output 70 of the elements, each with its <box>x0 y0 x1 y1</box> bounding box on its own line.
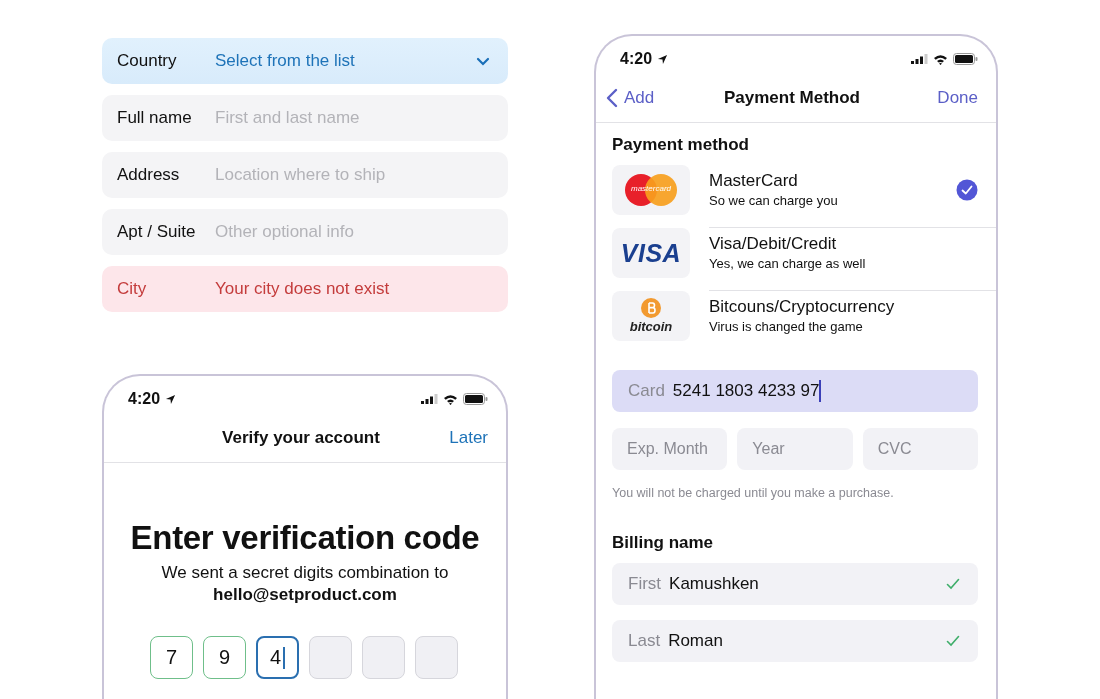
charge-note: You will not be charged until you make a purchase. <box>612 486 895 500</box>
status-time: 4:20 <box>620 50 653 68</box>
method-description: Yes, we can charge as well <box>709 256 867 271</box>
signal-icon <box>421 394 438 404</box>
verification-message: We sent a secret digits combination to <box>160 563 450 583</box>
wifi-icon <box>933 53 948 65</box>
later-button[interactable]: Later <box>449 428 488 448</box>
placeholder-text: Your city does not exist <box>215 279 391 299</box>
payment-method-item[interactable]: mastercard MasterCard So we can charge you <box>612 165 996 228</box>
placeholder-text: CVC <box>877 440 912 458</box>
back-chevron-icon <box>606 88 618 108</box>
code-digit-field[interactable] <box>415 636 458 679</box>
text-field[interactable]: Address Location where to ship <box>102 152 508 198</box>
payment-method-item[interactable]: bitcoin Bitcouns/Cryptocurrency Virus is changed the game <box>612 291 996 354</box>
field-label: Country <box>117 51 178 71</box>
text-field[interactable]: City Your city does not exist <box>102 266 508 312</box>
text-field[interactable]: Apt / Suite Other optional info <box>102 209 508 255</box>
field-label: Apt / Suite <box>117 222 197 242</box>
code-digit-field[interactable]: 4 <box>256 636 299 679</box>
code-digit-field[interactable] <box>362 636 405 679</box>
done-button[interactable]: Done <box>937 88 978 108</box>
country-select[interactable]: Country Select from the list <box>102 38 508 84</box>
email-address: hello@setproduct.com <box>212 585 398 605</box>
location-arrow-icon <box>657 53 669 65</box>
back-button[interactable]: Add <box>606 88 655 108</box>
field-label: Last <box>628 631 661 651</box>
placeholder-text: First and last name <box>215 108 361 128</box>
card-number-field[interactable]: Card 5241 1803 4233 97 <box>612 370 978 412</box>
nav-title: Payment Method <box>723 88 861 108</box>
status-time: 4:20 <box>128 390 161 408</box>
location-arrow-icon <box>165 393 177 405</box>
placeholder-text: Exp. Month <box>627 440 708 458</box>
placeholder-text: Location where to ship <box>215 165 387 185</box>
code-digit-field[interactable]: 7 <box>150 636 193 679</box>
select-value: Select from the list <box>215 51 356 71</box>
name-value: Roman <box>668 631 723 651</box>
section-title: Billing name <box>612 533 715 553</box>
wifi-icon <box>443 393 458 405</box>
section-title: Payment method <box>612 135 750 155</box>
method-name: Bitcouns/Cryptocurrency <box>709 297 896 317</box>
selected-check-icon <box>956 179 978 201</box>
verification-heading: Enter verification code <box>129 519 481 557</box>
mastercard-logo: mastercard <box>625 174 677 206</box>
card-number-value: 5241 1803 4233 97 <box>672 381 820 401</box>
field-label: City <box>117 279 148 299</box>
method-name: MasterCard <box>709 171 799 191</box>
code-digit-field[interactable]: 9 <box>203 636 246 679</box>
field-label: Address <box>117 165 181 185</box>
method-name: Visa/Debit/Credit <box>709 234 838 254</box>
battery-icon <box>953 53 978 65</box>
field-label: First <box>628 574 662 594</box>
name-field[interactable]: Last Roman <box>612 620 978 662</box>
chevron-down-icon <box>476 56 490 66</box>
placeholder-text: Other optional info <box>215 222 355 242</box>
bitcoin-logo-text: bitcoin <box>629 319 673 334</box>
visa-logo: VISA <box>620 238 682 268</box>
battery-icon <box>463 393 488 405</box>
payment-method-item[interactable]: VISA Visa/Debit/Credit Yes, we can charge as well <box>612 228 996 291</box>
coin-icon <box>641 298 661 318</box>
method-description: So we can charge you <box>709 193 839 208</box>
placeholder-text: Year <box>752 440 785 458</box>
nav-title: Verify your account <box>221 428 381 448</box>
field-label: Card <box>628 381 665 401</box>
text-field[interactable]: Full name First and last name <box>102 95 508 141</box>
name-value: Kamushken <box>669 574 759 594</box>
name-field[interactable]: First Kamushken <box>612 563 978 605</box>
code-digit-field[interactable] <box>309 636 352 679</box>
signal-icon <box>911 54 928 64</box>
field-label: Full name <box>117 108 193 128</box>
method-description: Virus is changed the game <box>709 319 864 334</box>
